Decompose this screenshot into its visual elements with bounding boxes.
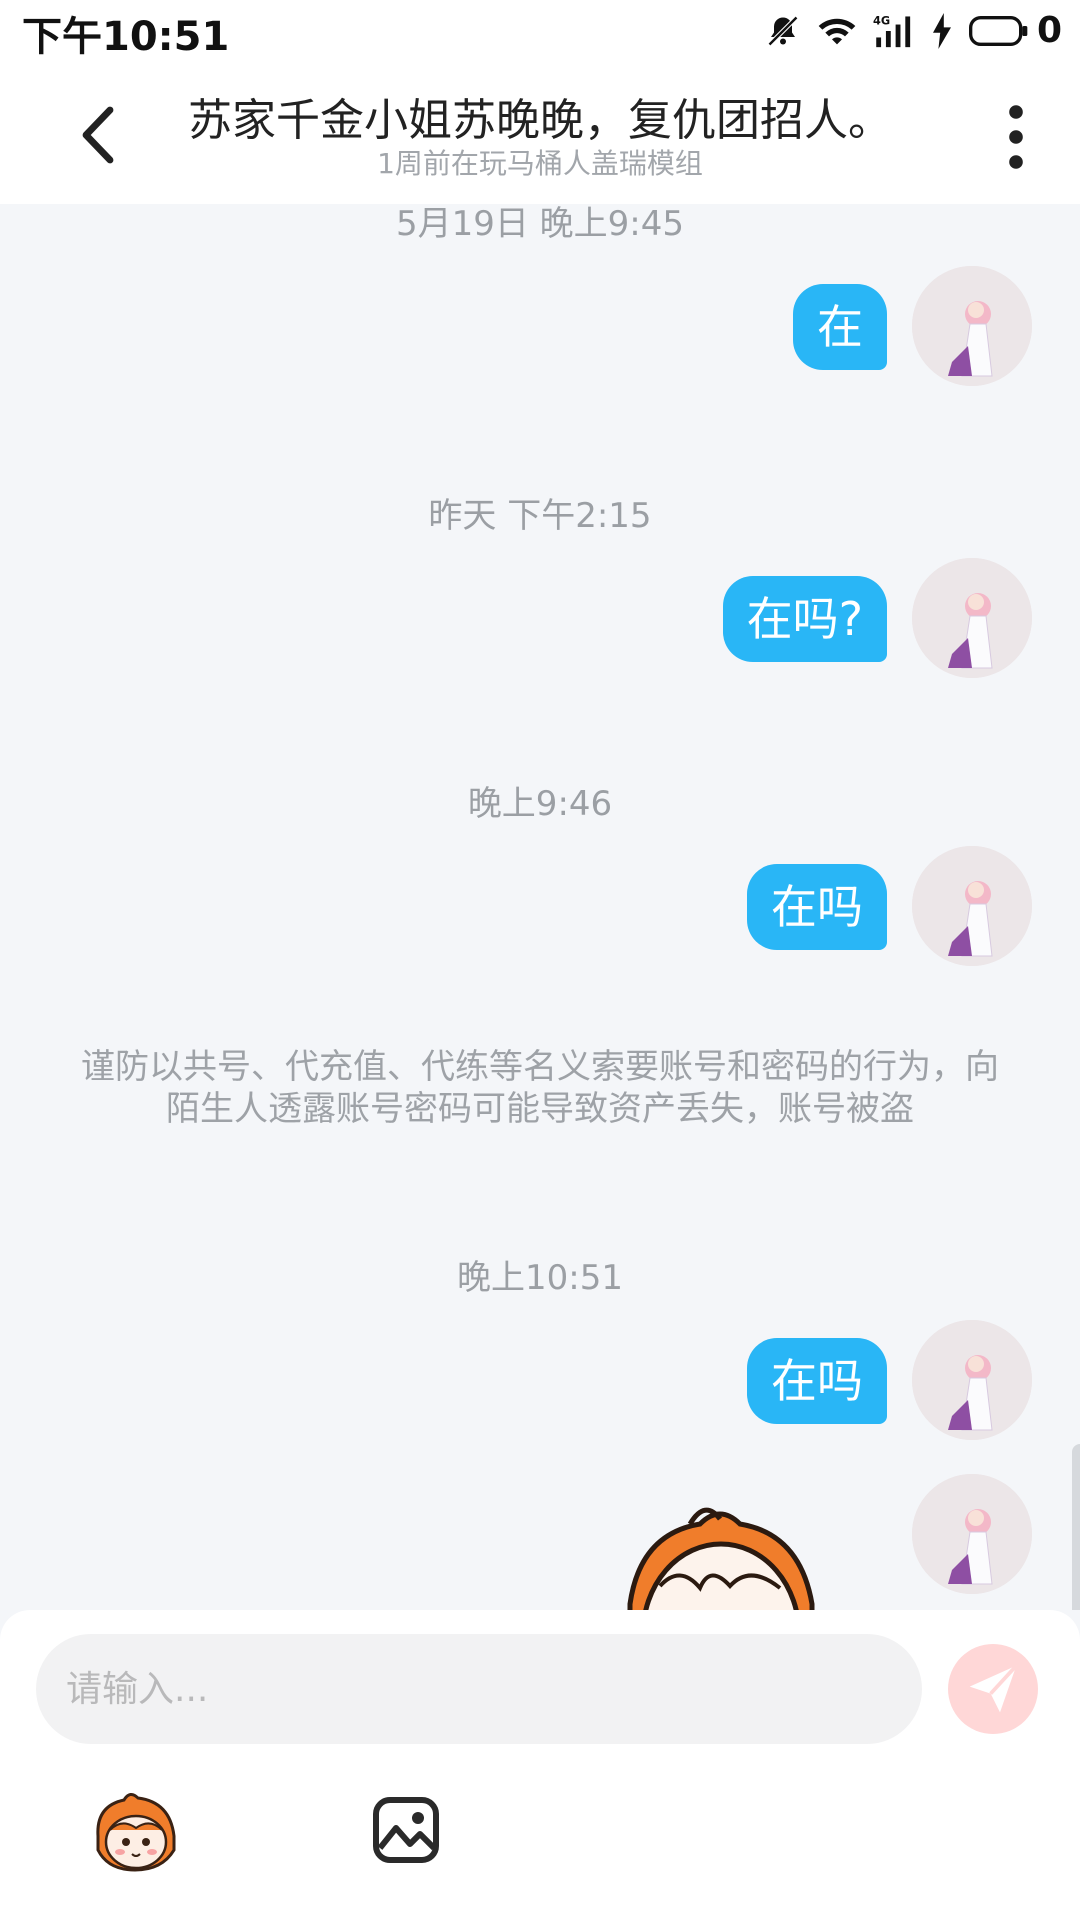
avatar-character-image: [912, 266, 1032, 386]
charging-icon: [932, 12, 951, 49]
message-input[interactable]: [36, 1634, 922, 1744]
timestamp: 晚上10:51: [457, 1258, 623, 1298]
avatar-character-image: [912, 846, 1032, 966]
chat-header: 苏家千金小姐苏晚晚，复仇团招人。 1周前在玩马桶人盖瑞模组: [0, 62, 1080, 204]
message-bubble[interactable]: 在吗?: [722, 576, 887, 662]
chevron-left-icon: [82, 106, 114, 164]
avatar-character-image: [912, 1474, 1032, 1594]
mute-icon: [767, 15, 799, 46]
timestamp: 昨天 下午2:15: [428, 496, 652, 536]
sticker-message[interactable]: [620, 1504, 820, 1610]
message-bubble[interactable]: 在吗: [747, 864, 887, 950]
avatar[interactable]: [912, 1320, 1032, 1440]
timestamp: 5月19日 晚上9:45: [395, 204, 685, 244]
send-button[interactable]: [948, 1644, 1038, 1734]
composer: [0, 1610, 1080, 1920]
chat-subtitle: 1周前在玩马桶人盖瑞模组: [377, 147, 703, 180]
timestamp: 晚上9:46: [467, 784, 613, 824]
avatar[interactable]: [912, 266, 1032, 386]
avatar-character-image: [912, 1320, 1032, 1440]
battery-level: 0: [1036, 10, 1062, 51]
chat-title: 苏家千金小姐苏晚晚，复仇团招人。: [188, 95, 892, 146]
safety-notice: 谨防以共号、代充值、代练等名义索要账号和密码的行为，向陌生人透露账号密码可能导致…: [81, 1047, 999, 1129]
image-icon: [373, 1797, 439, 1863]
sticker-image: [627, 1507, 815, 1610]
battery-icon: [968, 15, 1028, 46]
emoji-sticker-icon: [96, 1793, 176, 1872]
svg-text:4G: 4G: [873, 14, 890, 27]
message-bubble[interactable]: 在吗: [747, 1338, 887, 1424]
emoji-button[interactable]: [90, 1790, 180, 1874]
back-button[interactable]: [70, 102, 130, 168]
avatar[interactable]: [912, 558, 1032, 678]
signal-icon: 4G: [873, 14, 911, 47]
status-bar: 下午10:51 4G 0: [0, 0, 1080, 62]
message-list[interactable]: 5月19日 晚上9:45 在 昨天 下午2:15 在吗? 晚上9:46 在吗 谨…: [0, 204, 1080, 1610]
scrollbar[interactable]: [1072, 1444, 1080, 1610]
status-time: 下午10:51: [22, 14, 230, 60]
wifi-icon: [818, 18, 856, 44]
avatar[interactable]: [912, 1474, 1032, 1594]
status-icons: 4G 0: [765, 10, 1062, 51]
more-vertical-icon: [1009, 105, 1023, 169]
image-button[interactable]: [372, 1796, 440, 1864]
send-icon: [969, 1664, 1018, 1713]
more-button[interactable]: [996, 102, 1036, 172]
avatar[interactable]: [912, 846, 1032, 966]
message-bubble[interactable]: 在: [793, 284, 887, 370]
avatar-character-image: [912, 558, 1032, 678]
